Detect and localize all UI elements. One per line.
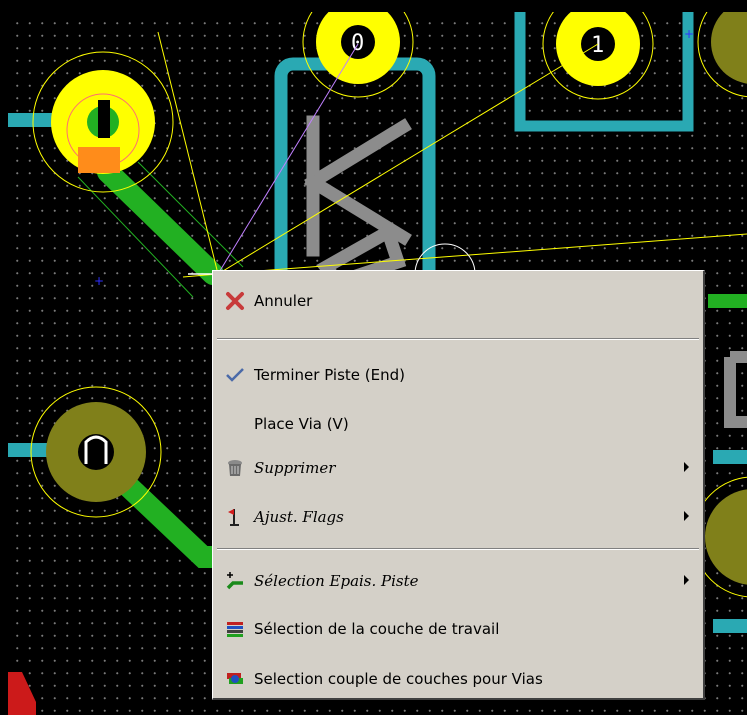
- menu-separator: [217, 338, 699, 340]
- via-layer-pair-icon: [224, 668, 246, 690]
- menu-item-supprimer[interactable]: Supprimer: [213, 448, 703, 488]
- submenu-arrow-icon: [684, 462, 689, 472]
- menu-item-selection-couple-couches-vias[interactable]: Selection couple de couches pour Vias: [213, 659, 703, 699]
- menu-item-label: Annuler: [254, 292, 313, 310]
- flag-icon: [224, 506, 246, 528]
- cyan-strip-right: [713, 450, 747, 464]
- green-track-upper: [97, 161, 224, 285]
- grid-marker: +: [94, 274, 104, 288]
- red-component-corner: [8, 672, 36, 715]
- menu-item-label: Place Via (V): [254, 415, 349, 433]
- silkscreen-text: [304, 115, 412, 290]
- menu-item-place-via[interactable]: Place Via (V): [213, 404, 703, 444]
- menu-item-label: Supprimer: [254, 459, 336, 477]
- cyan-strip-right-2: [713, 619, 747, 633]
- grid-marker-2: +: [684, 27, 694, 41]
- menu-item-label: Selection couple de couches pour Vias: [254, 670, 543, 688]
- submenu-arrow-icon: [684, 575, 689, 585]
- track-width-icon: [224, 570, 246, 592]
- pad-far-right: [697, 12, 747, 98]
- menu-item-label: Ajust. Flags: [254, 508, 344, 526]
- menu-item-annuler[interactable]: Annuler: [213, 281, 703, 321]
- green-track-right: [708, 294, 747, 308]
- pad-label-1: 1: [591, 33, 604, 58]
- ratsnest-lines: [157, 31, 747, 278]
- pad-top-left: [32, 51, 174, 193]
- menu-separator: [217, 548, 699, 550]
- menu-item-selection-couche-travail[interactable]: Sélection de la couche de travail: [213, 609, 703, 649]
- menu-item-label: Sélection de la couche de travail: [254, 620, 500, 638]
- menu-item-selection-epais-piste[interactable]: Sélection Epais. Piste: [213, 561, 703, 601]
- layer-stack-icon: [224, 618, 246, 640]
- menu-item-label: Terminer Piste (End): [254, 366, 405, 384]
- checkmark-icon: [224, 364, 246, 386]
- cancel-x-icon: [224, 290, 246, 312]
- context-menu: Annuler Terminer Piste (End) Place Via (…: [212, 270, 705, 700]
- ratsnest-purple: [217, 43, 359, 275]
- menu-item-label: Sélection Epais. Piste: [254, 572, 419, 590]
- silkscreen-arc-right: [724, 351, 747, 428]
- submenu-arrow-icon: [684, 511, 689, 521]
- delete-bin-icon: [224, 457, 246, 479]
- menu-item-terminer-piste[interactable]: Terminer Piste (End): [213, 355, 703, 395]
- menu-item-ajust-flags[interactable]: Ajust. Flags: [213, 497, 703, 537]
